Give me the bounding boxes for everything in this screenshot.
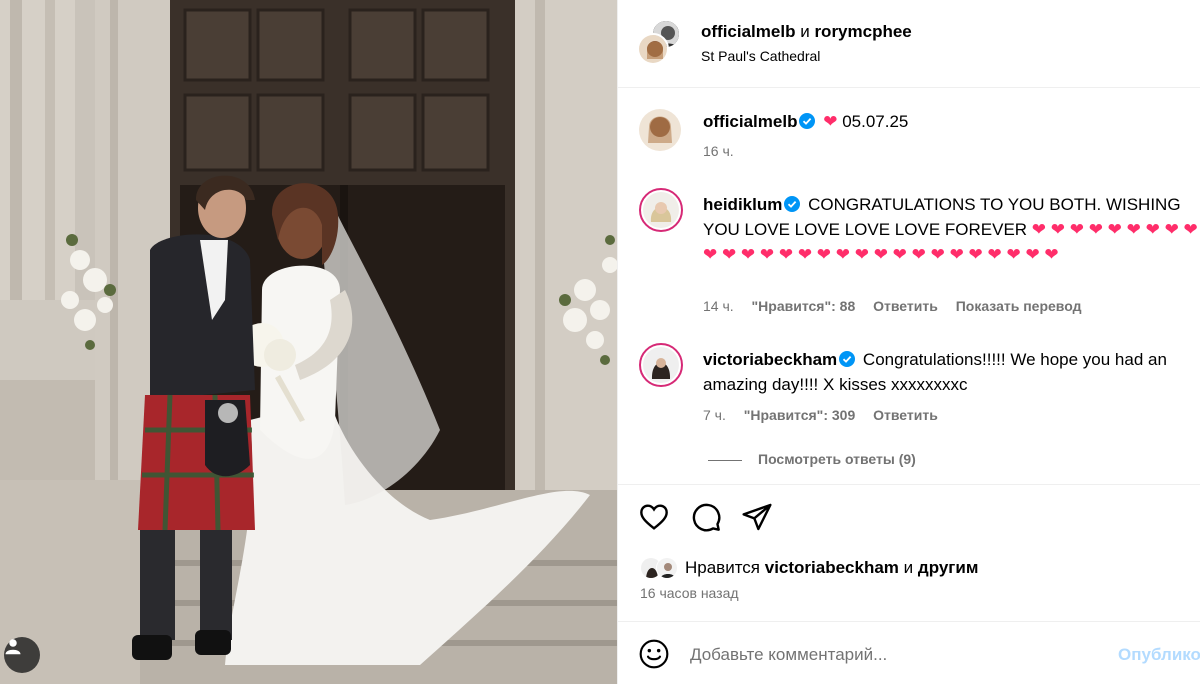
caption-username[interactable]: officialmelb	[703, 112, 797, 131]
instagram-post-modal: officialmelb и rorymcphee St Paul's Cath…	[0, 0, 1200, 684]
user-tag-icon	[5, 639, 21, 655]
caption-meta: 16 ч.	[703, 143, 748, 159]
comment-time[interactable]: 7 ч.	[703, 407, 726, 423]
caption-date: 05.07.25	[842, 112, 909, 131]
author-username-2[interactable]: rorymcphee	[814, 22, 911, 41]
comments-list[interactable]: officialmelb ❤ 05.07.25 16 ч. heidiklum …	[618, 89, 1200, 484]
post-actions: Нравится victoriabeckham и другим 16 час…	[618, 484, 1200, 621]
liker-avatar	[656, 557, 678, 579]
author-username-1[interactable]: officialmelb	[701, 22, 795, 41]
likes-others[interactable]: другим	[918, 558, 979, 577]
avatar-image	[657, 558, 677, 578]
comment-likes[interactable]: "Нравится": 88	[752, 298, 856, 314]
avatar-image	[639, 109, 681, 151]
reply-button[interactable]: Ответить	[873, 407, 938, 423]
verified-badge-icon	[799, 113, 816, 129]
paper-plane-icon[interactable]	[741, 501, 773, 533]
avatar-image	[643, 192, 679, 228]
comment-avatar[interactable]	[639, 188, 683, 232]
verified-badge-icon	[839, 351, 856, 367]
add-comment-bar: Добавьте комментарий... Опублико	[618, 621, 1200, 684]
likes-prefix: Нравится	[685, 558, 761, 577]
comment-meta: 7 ч. "Нравится": 309 Ответить	[703, 407, 952, 423]
comment-input[interactable]: Добавьте комментарий...	[690, 645, 887, 665]
comment-avatar[interactable]	[639, 343, 683, 387]
comment-meta: 14 ч. "Нравится": 88 Ответить Показать п…	[703, 298, 1095, 314]
heart-outline-icon[interactable]	[638, 501, 670, 533]
post-comment-button[interactable]: Опублико	[1118, 645, 1200, 665]
likes-summary[interactable]: Нравится victoriabeckham и другим	[640, 555, 978, 581]
caption-text: officialmelb ❤ 05.07.25	[703, 109, 1200, 134]
avatar-image	[639, 35, 667, 63]
caption-time[interactable]: 16 ч.	[703, 143, 734, 159]
post-location[interactable]: St Paul's Cathedral	[701, 48, 820, 64]
post-header: officialmelb и rorymcphee St Paul's Cath…	[618, 0, 1200, 88]
heart-emoji: ❤	[823, 112, 838, 131]
comment-username[interactable]: victoriabeckham	[703, 350, 837, 369]
post-time[interactable]: 16 часов назад	[640, 585, 739, 601]
tagged-users-button[interactable]	[4, 637, 40, 673]
comment-likes[interactable]: "Нравится": 309	[744, 407, 855, 423]
comment-text: victoriabeckham Congratulations!!!!! We …	[703, 347, 1200, 397]
verified-badge-icon	[784, 196, 801, 212]
comment-username[interactable]: heidiklum	[703, 195, 782, 214]
translate-button[interactable]: Показать перевод	[956, 298, 1082, 314]
post-side-panel: officialmelb и rorymcphee St Paul's Cath…	[617, 0, 1200, 684]
avatar-image	[643, 347, 679, 383]
header-avatar-front[interactable]	[637, 33, 669, 65]
reply-button[interactable]: Ответить	[873, 298, 938, 314]
likes-and: и	[903, 558, 914, 577]
caption-avatar[interactable]	[639, 109, 681, 151]
post-photo[interactable]	[0, 0, 617, 684]
view-replies-label: Посмотреть ответы (9)	[758, 451, 916, 467]
author-conjunction: и	[800, 22, 810, 41]
comment-bubble-icon[interactable]	[690, 501, 722, 533]
view-replies-button[interactable]: Посмотреть ответы (9)	[708, 451, 916, 467]
replies-divider	[708, 459, 742, 461]
post-authors: officialmelb и rorymcphee	[701, 22, 912, 42]
comment-text: heidiklum CONGRATULATIONS TO YOU BOTH. W…	[703, 192, 1200, 267]
comment-time[interactable]: 14 ч.	[703, 298, 734, 314]
wedding-photo-illustration	[0, 0, 617, 684]
likes-text: Нравится victoriabeckham и другим	[685, 558, 978, 578]
smiley-icon[interactable]	[638, 638, 670, 670]
likes-user[interactable]: victoriabeckham	[765, 558, 899, 577]
